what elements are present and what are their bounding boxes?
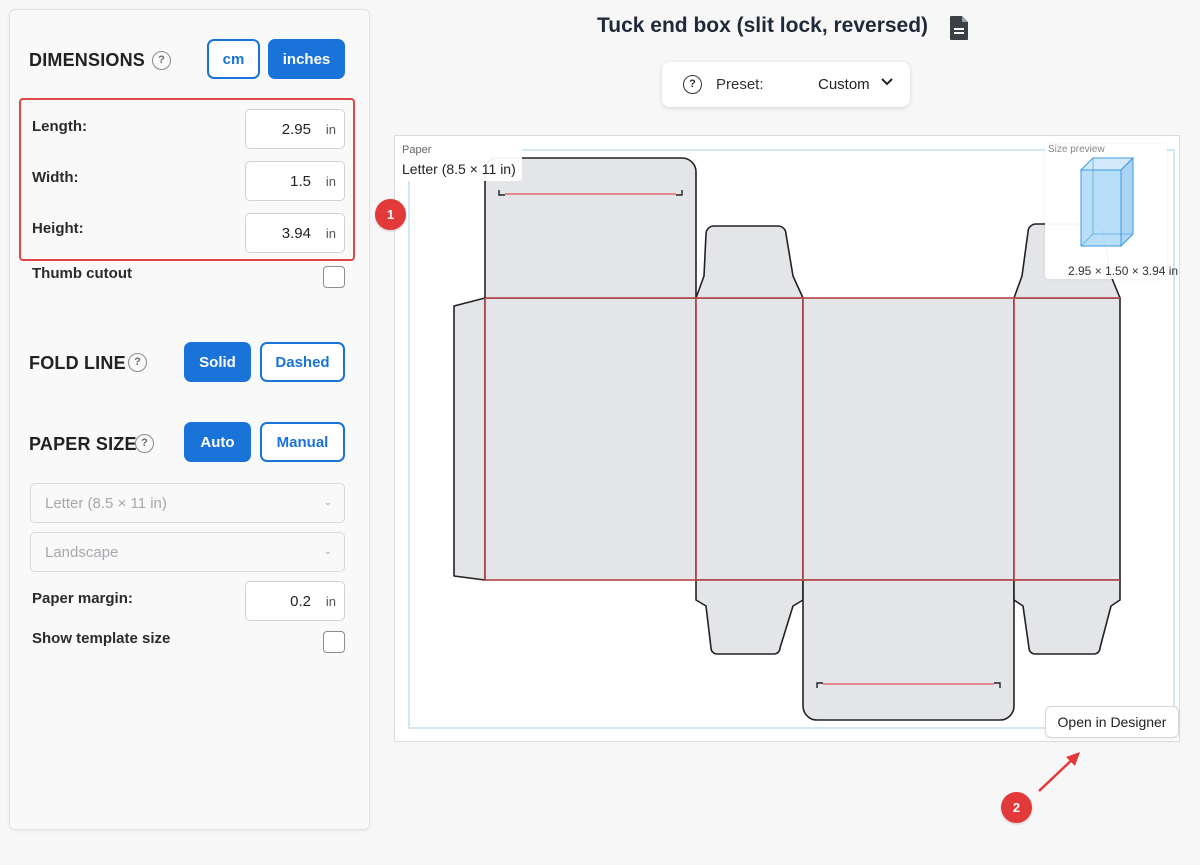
open-in-designer-button[interactable]: Open in Designer — [1045, 706, 1179, 738]
paper-auto-button[interactable]: Auto — [184, 422, 251, 462]
paper-label-caption: Paper — [402, 144, 432, 156]
dieline — [453, 157, 1121, 721]
height-input[interactable]: 3.94 in — [245, 213, 345, 253]
paper-size-select-value: Letter (8.5 × 11 in) — [45, 495, 167, 512]
unit-inches-button[interactable]: inches — [268, 39, 345, 79]
preset-value: Custom — [818, 76, 870, 93]
height-value: 3.94 — [281, 225, 311, 242]
template-canvas[interactable]: Paper Letter (8.5 × 11 in) Size preview … — [394, 135, 1180, 742]
length-unit: in — [325, 122, 336, 137]
fold-line-title: FOLD LINE — [29, 353, 126, 373]
thumb-cutout-checkbox[interactable] — [323, 266, 345, 288]
side-panel-2 — [1013, 297, 1121, 581]
paper-size-help-icon[interactable]: ? — [135, 434, 154, 453]
paper-label: Paper Letter (8.5 × 11 in) — [396, 142, 522, 181]
fold-dashed-button[interactable]: Dashed — [260, 342, 345, 382]
unit-cm-button[interactable]: cm — [207, 39, 260, 79]
box-3d-preview — [1079, 156, 1135, 248]
fold-solid-button[interactable]: Solid — [184, 342, 251, 382]
chevron-down-icon: ⌄ — [323, 497, 332, 508]
fold-line-help-icon[interactable]: ? — [128, 353, 147, 372]
page-title: Tuck end box (slit lock, reversed) — [597, 14, 929, 37]
length-value: 2.95 — [281, 121, 311, 138]
paper-margin-input[interactable]: 0.2 in — [245, 581, 345, 621]
thumb-cutout-label: Thumb cutout — [32, 265, 132, 282]
back-panel — [802, 297, 1015, 581]
paper-size-select[interactable]: Letter (8.5 × 11 in) ⌄ — [30, 483, 345, 523]
length-input[interactable]: 2.95 in — [245, 109, 345, 149]
dust-flap-bottom-1 — [695, 579, 804, 655]
paper-margin-value: 0.2 — [290, 593, 311, 610]
height-label: Height: — [32, 220, 84, 237]
paper-manual-button[interactable]: Manual — [260, 422, 345, 462]
settings-sidebar: DIMENSIONS ? cm inches Length: 2.95 in W… — [9, 9, 370, 830]
chevron-down-icon: ⌄ — [323, 546, 332, 557]
height-unit: in — [325, 226, 336, 241]
width-input[interactable]: 1.5 in — [245, 161, 345, 201]
glue-flap — [453, 297, 486, 581]
paper-margin-unit: in — [325, 594, 336, 609]
show-template-size-checkbox[interactable] — [323, 631, 345, 653]
preset-selector[interactable]: ? Preset: Custom — [662, 62, 910, 107]
show-template-size-label: Show template size — [32, 630, 171, 647]
length-label: Length: — [32, 118, 87, 135]
document-icon[interactable] — [948, 15, 970, 46]
preset-help-icon[interactable]: ? — [683, 75, 702, 94]
orientation-select-value: Landscape — [45, 544, 119, 561]
annotation-marker-1: 1 — [375, 199, 406, 230]
size-preview: Size preview 2.95 × 1.50 × 3.94 in — [1045, 144, 1178, 279]
paper-size-title: PAPER SIZE — [29, 434, 137, 454]
dust-flap-bottom-2 — [1013, 579, 1121, 655]
size-preview-dims: 2.95 × 1.50 × 3.94 in — [1068, 264, 1179, 278]
paper-label-value: Letter (8.5 × 11 in) — [402, 161, 516, 177]
chevron-down-icon — [880, 74, 894, 93]
width-label: Width: — [32, 169, 79, 186]
annotation-marker-2: 2 — [1001, 792, 1032, 823]
size-preview-title: Size preview — [1048, 144, 1105, 155]
orientation-select[interactable]: Landscape ⌄ — [30, 532, 345, 572]
dimensions-title: DIMENSIONS — [29, 50, 146, 70]
width-unit: in — [325, 174, 336, 189]
preset-label: Preset: — [716, 76, 764, 93]
dimensions-help-icon[interactable]: ? — [152, 51, 171, 70]
arrow-icon — [1038, 752, 1080, 792]
paper-margin-label: Paper margin: — [32, 590, 133, 607]
width-value: 1.5 — [290, 173, 311, 190]
dust-flap-top-1 — [695, 225, 804, 299]
side-panel-1 — [695, 297, 804, 581]
front-panel — [484, 297, 697, 581]
bottom-tuck-flap — [802, 579, 1015, 721]
